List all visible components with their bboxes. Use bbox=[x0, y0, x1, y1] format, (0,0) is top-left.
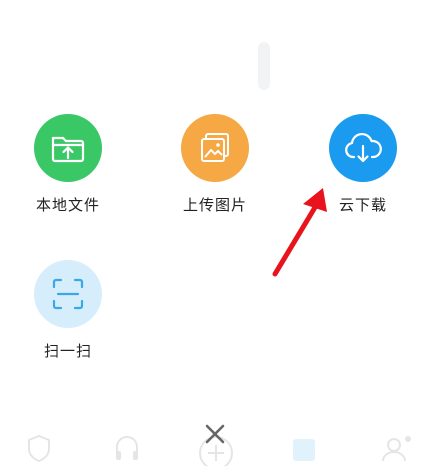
scan-label: 扫一扫 bbox=[43, 342, 92, 360]
close-button[interactable] bbox=[202, 421, 228, 447]
image-upload-icon bbox=[181, 114, 249, 182]
upload-image-button[interactable]: 上传图片 bbox=[155, 114, 275, 215]
folder-upload-icon bbox=[34, 114, 102, 182]
background-tab-ghost bbox=[380, 433, 414, 466]
background-tab-ghost bbox=[113, 433, 141, 466]
local-file-label: 本地文件 bbox=[35, 196, 100, 214]
annotation-arrow bbox=[272, 188, 327, 277]
background-ghost bbox=[258, 42, 270, 90]
scan-button[interactable]: 扫一扫 bbox=[8, 260, 128, 361]
background-tab-ghost bbox=[291, 433, 317, 466]
upload-image-label: 上传图片 bbox=[182, 196, 247, 214]
close-icon bbox=[205, 424, 225, 444]
local-file-button[interactable]: 本地文件 bbox=[8, 114, 128, 215]
scan-icon bbox=[34, 260, 102, 328]
cloud-download-icon bbox=[329, 114, 397, 182]
background-tab-ghost bbox=[26, 433, 52, 466]
